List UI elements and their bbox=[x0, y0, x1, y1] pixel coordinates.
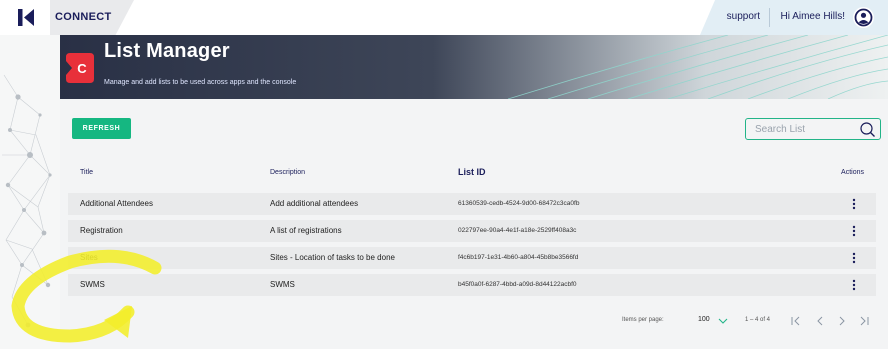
row-title: Registration bbox=[80, 226, 123, 235]
first-page-icon[interactable] bbox=[790, 314, 802, 328]
row-title: SWMS bbox=[80, 280, 105, 289]
row-description: SWMS bbox=[270, 280, 295, 289]
app-icon-letter: C bbox=[77, 61, 87, 76]
items-per-page-label: Items per page: bbox=[622, 317, 664, 323]
pagination: Items per page: 100 1 – 4 of 4 bbox=[600, 314, 888, 332]
table-row[interactable]: Registration A list of registrations 022… bbox=[68, 220, 876, 242]
search-input[interactable] bbox=[755, 122, 855, 136]
row-title: Sites bbox=[80, 253, 98, 262]
top-bar: CONNECT support Hi Aimee Hills! bbox=[0, 0, 888, 35]
page-title: List Manager bbox=[104, 40, 230, 62]
row-list-id: 61360539-cedb-4524-9d00-68472c3ca0fb bbox=[458, 200, 580, 207]
previous-page-icon[interactable] bbox=[814, 314, 826, 328]
row-description: Add additional attendees bbox=[270, 199, 359, 208]
more-actions-icon[interactable] bbox=[852, 197, 856, 211]
column-header-actions: Actions bbox=[841, 169, 864, 176]
chevron-down-icon[interactable] bbox=[718, 316, 728, 326]
lists-table: Title Description List ID Actions Additi… bbox=[68, 160, 876, 296]
list-manager-app-icon: C bbox=[66, 53, 94, 83]
column-header-description[interactable]: Description bbox=[270, 169, 305, 176]
app-name: CONNECT bbox=[50, 0, 134, 35]
page-range-label: 1 – 4 of 4 bbox=[745, 317, 771, 323]
user-divider bbox=[769, 8, 770, 27]
support-link[interactable]: support bbox=[727, 11, 760, 22]
user-greeting: Hi Aimee Hills! bbox=[780, 11, 845, 22]
network-decoration bbox=[0, 35, 60, 349]
column-header-title[interactable]: Title bbox=[80, 169, 93, 176]
table-row[interactable]: Additional Attendees Add additional atte… bbox=[68, 193, 876, 215]
more-actions-icon[interactable] bbox=[852, 251, 856, 265]
user-avatar-icon[interactable] bbox=[853, 7, 874, 28]
search-icon[interactable] bbox=[859, 121, 876, 138]
table-row[interactable]: Sites Sites - Location of tasks to be do… bbox=[68, 247, 876, 269]
refresh-button[interactable]: REFRESH bbox=[72, 118, 131, 139]
column-header-list-id[interactable]: List ID bbox=[458, 167, 486, 177]
table-header: Title Description List ID Actions bbox=[68, 160, 876, 188]
logo[interactable] bbox=[0, 0, 50, 35]
row-description: Sites - Location of tasks to be done bbox=[270, 253, 395, 262]
k-logo-icon bbox=[18, 9, 34, 26]
row-list-id: 022797ee-90a4-4e1f-a18e-2529ff408a3c bbox=[458, 227, 577, 234]
row-description: A list of registrations bbox=[270, 226, 342, 235]
page-banner: C List Manager Manage and add lists to b… bbox=[60, 35, 888, 99]
row-list-id: b45f0a0f-6287-4bbd-a09d-8d44122acbf0 bbox=[458, 281, 577, 288]
row-list-id: f4c6b197-1e31-4b60-a804-45b8be3566fd bbox=[458, 254, 579, 261]
banner-lines-decoration bbox=[507, 35, 888, 99]
items-per-page-select[interactable]: 100 bbox=[698, 316, 710, 323]
search-box bbox=[745, 118, 881, 140]
last-page-icon[interactable] bbox=[858, 314, 870, 328]
more-actions-icon[interactable] bbox=[852, 278, 856, 292]
more-actions-icon[interactable] bbox=[852, 224, 856, 238]
page-subtitle: Manage and add lists to be used across a… bbox=[104, 79, 297, 86]
table-row[interactable]: SWMS SWMS b45f0a0f-6287-4bbd-a09d-8d4412… bbox=[68, 274, 876, 296]
next-page-icon[interactable] bbox=[836, 314, 848, 328]
row-title: Additional Attendees bbox=[80, 199, 153, 208]
